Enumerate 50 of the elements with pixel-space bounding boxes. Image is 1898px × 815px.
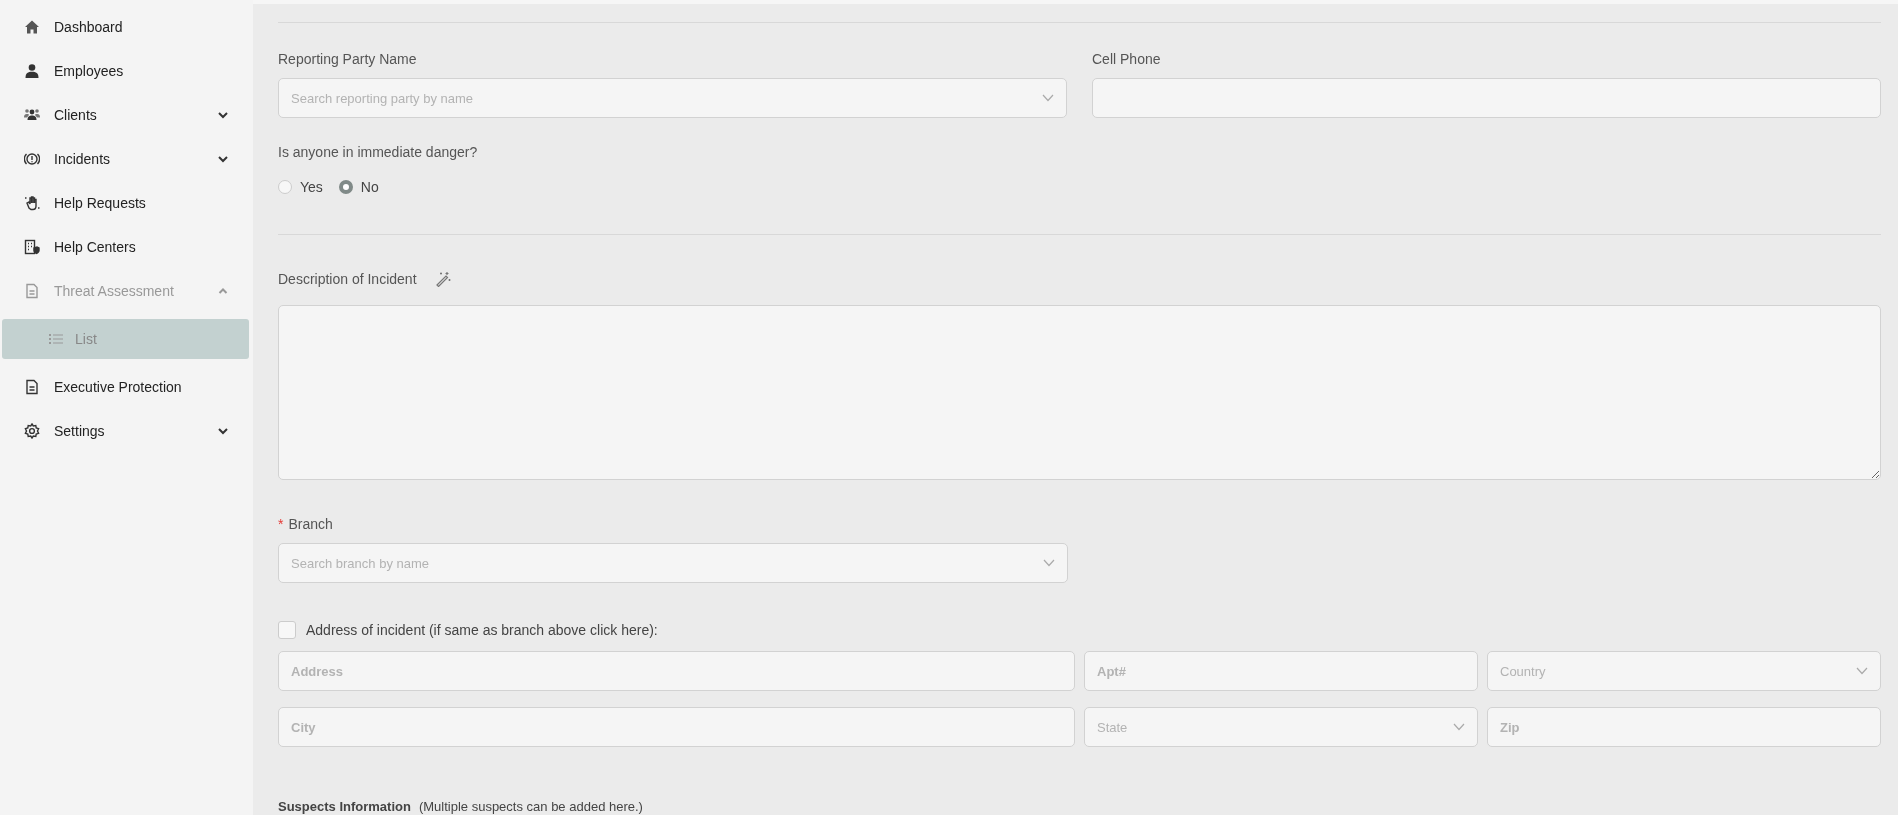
nav-item[interactable]: Help Requests xyxy=(0,181,253,225)
field-label: Description of Incident xyxy=(278,271,417,287)
people-icon xyxy=(24,107,40,123)
placeholder-text: Search branch by name xyxy=(291,555,430,571)
nav-item[interactable]: Dashboard xyxy=(0,5,253,49)
field-label: Cell Phone xyxy=(1092,51,1162,67)
placeholder-text: State xyxy=(1097,719,1128,735)
home-icon xyxy=(24,19,40,35)
building-icon xyxy=(24,239,40,255)
question-label: Is anyone in immediate danger? xyxy=(278,144,479,160)
document-icon xyxy=(24,283,40,299)
nav-item[interactable]: Help Centers xyxy=(0,225,253,269)
magic-wand-icon[interactable] xyxy=(434,271,451,287)
document-icon xyxy=(24,379,40,395)
radio-icon[interactable] xyxy=(278,180,292,194)
list-icon xyxy=(49,333,63,345)
chevron-down-icon xyxy=(217,153,229,165)
nav-item[interactable]: Clients xyxy=(0,93,253,137)
section-title: Suspects Information xyxy=(278,799,411,814)
placeholder-text: Country xyxy=(1500,663,1546,679)
checkbox-label: Address of incident (if same as branch above click here): xyxy=(306,622,658,638)
input-field[interactable]: City xyxy=(278,707,1075,747)
chevron-down-icon xyxy=(217,425,229,437)
chevron-down-icon xyxy=(1856,667,1868,675)
input-field[interactable]: Address xyxy=(278,651,1075,691)
input-field[interactable]: Apt# xyxy=(1084,651,1478,691)
chevron-down-icon xyxy=(1042,94,1054,102)
chevron-down-icon xyxy=(1453,723,1465,731)
radio-option[interactable]: Yes xyxy=(278,179,323,195)
phone-input-field[interactable] xyxy=(1092,78,1881,118)
required-mark: * xyxy=(278,516,284,532)
nav-item[interactable]: Settings xyxy=(0,409,253,453)
section-note: (Multiple suspects can be added here.) xyxy=(418,799,643,814)
radio-option[interactable]: No xyxy=(338,179,379,195)
nav-item[interactable]: Incidents xyxy=(0,137,253,181)
person-icon xyxy=(24,63,40,79)
hand-icon xyxy=(24,195,40,211)
chevron-down-icon xyxy=(217,109,229,121)
chevron-down-icon xyxy=(1043,559,1055,567)
radio-icon[interactable] xyxy=(338,180,353,194)
checkbox[interactable] xyxy=(278,621,296,639)
field-label: Branch xyxy=(288,516,333,532)
alert-circle-icon xyxy=(24,151,40,167)
nav-item[interactable]: Executive Protection xyxy=(0,365,253,409)
description-text-area[interactable] xyxy=(278,305,1881,480)
settings-icon xyxy=(24,423,40,439)
input-field[interactable]: Zip xyxy=(1487,707,1881,747)
field-label: Reporting Party Name xyxy=(278,51,418,67)
nav-item[interactable]: Employees xyxy=(0,49,253,93)
placeholder-text: Search reporting party by name xyxy=(291,90,474,106)
